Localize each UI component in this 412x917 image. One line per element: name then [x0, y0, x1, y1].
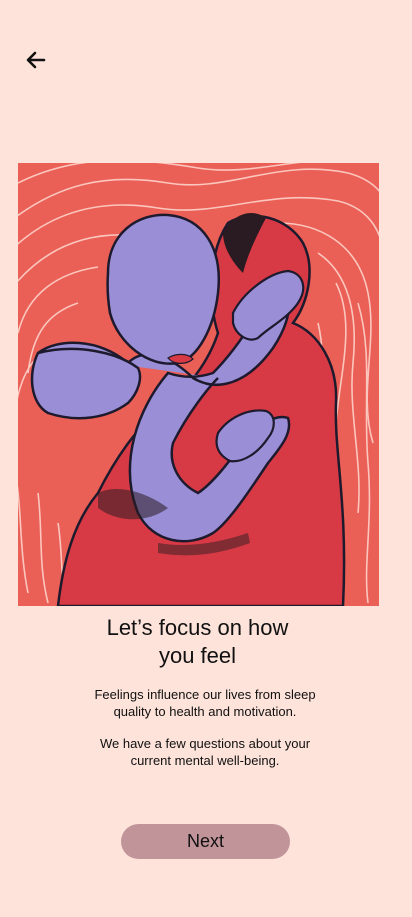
next-button[interactable]: Next: [121, 824, 290, 859]
back-button[interactable]: [20, 44, 52, 76]
intro-line-1: Feelings influence our lives from sleep: [94, 687, 316, 702]
intro-paragraph: Feelings influence our lives from sleep …: [0, 686, 410, 720]
questions-line-2: current mental well-being.: [130, 753, 280, 768]
arrow-left-icon: [26, 51, 46, 69]
questions-line-1: We have a few questions about your: [99, 736, 311, 751]
questions-paragraph: We have a few questions about your curre…: [0, 735, 410, 769]
intro-line-2: quality to health and motivation.: [113, 704, 297, 719]
title-line-2: you feel: [158, 643, 237, 668]
embrace-artwork: [18, 163, 379, 606]
embrace-painting: [18, 163, 379, 606]
title-line-1: Let’s focus on how: [106, 615, 289, 640]
page-title: Let’s focus on how you feel: [0, 614, 395, 670]
